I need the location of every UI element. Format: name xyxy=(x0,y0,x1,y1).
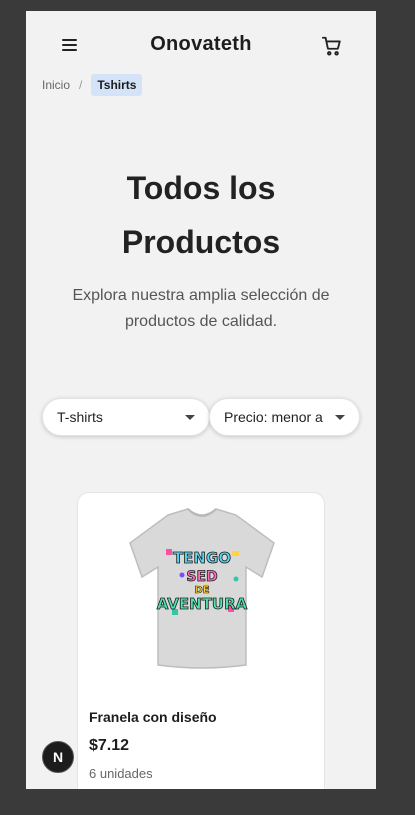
graphic-text-1: TENGO xyxy=(173,549,231,567)
sort-select[interactable]: Precio: menor a xyxy=(209,398,360,436)
graphic-text-2: SED xyxy=(186,569,217,585)
page-subtitle: Explora nuestra amplia selección de prod… xyxy=(72,287,330,330)
sort-select-value: Precio: menor a xyxy=(224,409,323,425)
shopping-cart-icon[interactable] xyxy=(321,35,343,57)
breadcrumb: Inicio / Tshirts xyxy=(42,73,143,97)
site-header: Onovateth xyxy=(26,11,376,79)
page-title-line2: Productos xyxy=(121,224,281,260)
graphic-text-4: AVENTURA xyxy=(157,595,248,613)
nextjs-dev-badge-icon[interactable]: N xyxy=(42,741,74,773)
product-card[interactable]: TENGO SED DE AVENTURA Franela con diseño… xyxy=(77,492,325,789)
chevron-down-icon xyxy=(335,415,345,420)
page-title: Todos los Productos xyxy=(26,161,376,269)
breadcrumb-separator: / xyxy=(79,78,83,92)
category-select-value: T-shirts xyxy=(57,409,103,425)
chevron-down-icon xyxy=(185,415,195,420)
category-select[interactable]: T-shirts xyxy=(42,398,210,436)
breadcrumb-current: Tshirts xyxy=(91,74,143,96)
breadcrumb-home-link[interactable]: Inicio xyxy=(42,78,70,92)
product-price: $7.12 xyxy=(89,737,130,754)
product-name[interactable]: Franela con diseño xyxy=(89,709,217,725)
product-stock: 6 unidades xyxy=(89,766,153,781)
product-image: TENGO SED DE AVENTURA xyxy=(129,508,275,669)
page-title-line1: Todos los xyxy=(126,170,276,206)
app-viewport: Onovateth Inicio / Tshirts Todos los Pro… xyxy=(26,11,376,789)
